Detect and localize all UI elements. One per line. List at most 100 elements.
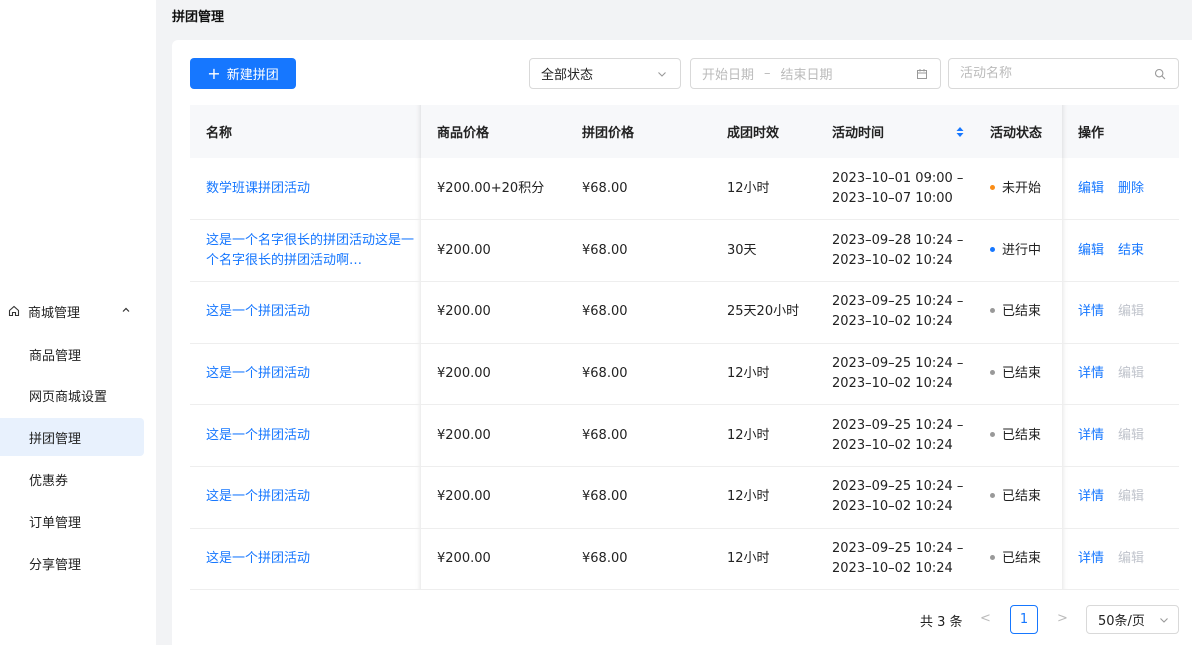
- sidebar-item-1[interactable]: 网页商城设置: [0, 376, 144, 414]
- cell-actions: 详情 编辑: [1062, 343, 1179, 406]
- column-header-activity-time[interactable]: 活动时间: [816, 105, 974, 158]
- cell-activity-time: 2023–10–01 09:00 – 2023–10–07 10:00: [816, 158, 974, 221]
- table-row: 这是一个拼团活动 ¥200.00 ¥68.00 12小时 2023–09–25 10:2…: [190, 343, 1179, 406]
- sidebar-item-4[interactable]: 订单管理: [0, 502, 144, 540]
- activity-name-link[interactable]: 数学班课拼团活动: [206, 179, 421, 199]
- page-title: 拼团管理: [172, 10, 225, 25]
- status-select[interactable]: 全部状态: [529, 58, 681, 89]
- sidebar: 商城管理 商品管理网页商城设置拼团管理优惠券订单管理分享管理: [0, 0, 156, 645]
- sidebar-item-label: 拼团管理: [29, 431, 82, 447]
- sidebar-item-label: 商品管理: [29, 348, 82, 364]
- sidebar-group-mall[interactable]: 商城管理: [0, 292, 156, 330]
- cell-price: ¥200.00: [421, 219, 566, 282]
- row-action-primary[interactable]: 详情: [1078, 489, 1104, 504]
- row-action-secondary: 编辑: [1118, 489, 1145, 505]
- sidebar-item-0[interactable]: 商品管理: [0, 335, 144, 373]
- column-header-actions: 操作: [1062, 105, 1179, 158]
- row-action-primary[interactable]: 详情: [1078, 428, 1104, 443]
- row-action-primary[interactable]: 详情: [1078, 551, 1104, 566]
- cell-name: 这是一个拼团活动: [190, 281, 421, 344]
- cell-activity-time: 2023–09–25 10:24 – 2023–10–02 10:24: [816, 404, 974, 467]
- group-buy-table: 名称 商品价格 拼团价格 成团时效 活动时间 活动状态 操作 数学班课拼团活动 ¥…: [190, 105, 1179, 591]
- cell-price: ¥200.00: [421, 404, 566, 467]
- activity-name-link[interactable]: 这是一个拼团活动: [206, 426, 421, 446]
- activity-name-link[interactable]: 这是一个名字很长的拼团活动这是一个名字很长的拼团活动啊…: [206, 231, 421, 271]
- date-range-picker[interactable]: 开始日期 – 结束日期: [690, 58, 941, 89]
- page-size-value: 50条/页: [1098, 614, 1145, 629]
- table-row: 这是一个拼团活动 ¥200.00 ¥68.00 12小时 2023–09–25 10:2…: [190, 404, 1179, 467]
- activity-time-start: 2023–10–01 09:00 –: [832, 170, 964, 186]
- cell-activity-time: 2023–09–28 10:24 – 2023–10–02 10:24: [816, 219, 974, 282]
- status-text: 已结束: [1002, 489, 1042, 505]
- content-card: + 新建拼团 全部状态 开始日期 – 结束日期 名称 商品价格 拼团价格: [172, 40, 1192, 645]
- cell-duration: 12小时: [711, 466, 816, 529]
- sort-icon[interactable]: [956, 125, 964, 139]
- sidebar-item-5[interactable]: 分享管理: [0, 544, 144, 582]
- status-text: 进行中: [1002, 242, 1042, 258]
- new-group-buy-button[interactable]: + 新建拼团: [190, 58, 296, 89]
- column-header-status: 活动状态: [974, 105, 1062, 158]
- cell-actions: 详情 编辑: [1062, 528, 1179, 591]
- date-separator: –: [764, 66, 771, 81]
- row-action-primary[interactable]: 编辑: [1078, 243, 1104, 258]
- cell-name: 这是一个名字很长的拼团活动这是一个名字很长的拼团活动啊…: [190, 219, 421, 282]
- row-action-primary[interactable]: 编辑: [1078, 181, 1104, 196]
- cell-actions: 详情 编辑: [1062, 466, 1179, 529]
- row-action-secondary: 编辑: [1118, 550, 1145, 566]
- cell-price: ¥200.00: [421, 281, 566, 344]
- cell-price: ¥200.00: [421, 466, 566, 529]
- cell-group-price: ¥68.00: [566, 528, 711, 591]
- activity-time-end: 2023–10–02 10:24: [832, 375, 953, 391]
- search-input[interactable]: [960, 66, 1140, 81]
- activity-time-end: 2023–10–02 10:24: [832, 499, 953, 515]
- cell-group-price: ¥68.00: [566, 219, 711, 282]
- cell-group-price: ¥68.00: [566, 466, 711, 529]
- column-header-name: 名称: [190, 105, 421, 158]
- chevron-left-icon[interactable]: <: [980, 611, 991, 626]
- row-action-secondary[interactable]: 删除: [1118, 181, 1144, 196]
- cell-name: 这是一个拼团活动: [190, 404, 421, 467]
- cell-activity-time: 2023–09–25 10:24 – 2023–10–02 10:24: [816, 528, 974, 591]
- column-header-activity-time-label: 活动时间: [832, 126, 885, 141]
- chevron-right-icon[interactable]: >: [1057, 611, 1068, 626]
- cell-duration: 12小时: [711, 404, 816, 467]
- sidebar-item-2[interactable]: 拼团管理: [0, 418, 144, 456]
- row-action-primary[interactable]: 详情: [1078, 304, 1104, 319]
- chevron-down-icon: [1158, 614, 1170, 630]
- sidebar-item-3[interactable]: 优惠券: [0, 460, 144, 498]
- activity-time-start: 2023–09–25 10:24 –: [832, 540, 964, 556]
- cell-activity-time: 2023–09–25 10:24 – 2023–10–02 10:24: [816, 281, 974, 344]
- row-action-secondary: 编辑: [1118, 427, 1145, 443]
- column-header-duration: 成团时效: [711, 105, 816, 158]
- column-header-price: 商品价格: [421, 105, 566, 158]
- activity-time-start: 2023–09–25 10:24 –: [832, 355, 964, 371]
- activity-name-link[interactable]: 这是一个拼团活动: [206, 364, 421, 384]
- row-action-secondary: 编辑: [1118, 304, 1145, 320]
- activity-name-link[interactable]: 这是一个拼团活动: [206, 302, 421, 322]
- cell-status: 已结束: [974, 281, 1062, 344]
- activity-time-start: 2023–09–25 10:24 –: [832, 294, 964, 310]
- activity-time-end: 2023–10–07 10:00: [832, 190, 953, 206]
- activity-name-search[interactable]: [948, 58, 1179, 89]
- table-row: 这是一个拼团活动 ¥200.00 ¥68.00 12小时 2023–09–25 10:2…: [190, 466, 1179, 529]
- pagination-total: 共 3 条: [920, 615, 963, 630]
- cell-actions: 详情 编辑: [1062, 404, 1179, 467]
- activity-name-link[interactable]: 这是一个拼团活动: [206, 549, 421, 569]
- status-text: 已结束: [1002, 304, 1042, 320]
- status-dot: [990, 431, 995, 437]
- cell-duration: 25天20小时: [711, 281, 816, 344]
- cell-group-price: ¥68.00: [566, 343, 711, 406]
- row-action-primary[interactable]: 详情: [1078, 366, 1104, 381]
- plus-icon: +: [207, 63, 221, 83]
- home-icon: [8, 305, 20, 317]
- search-icon[interactable]: [1154, 68, 1166, 84]
- row-action-secondary[interactable]: 结束: [1118, 243, 1144, 258]
- activity-name-link[interactable]: 这是一个拼团活动: [206, 487, 421, 507]
- page-size-select[interactable]: 50条/页: [1086, 605, 1179, 634]
- cell-name: 这是一个拼团活动: [190, 466, 421, 529]
- status-text: 已结束: [1002, 427, 1042, 443]
- status-dot: [990, 369, 995, 375]
- pagination-current-page[interactable]: 1: [1010, 605, 1038, 634]
- status-dot: [990, 246, 995, 252]
- activity-time-end: 2023–10–02 10:24: [832, 437, 953, 453]
